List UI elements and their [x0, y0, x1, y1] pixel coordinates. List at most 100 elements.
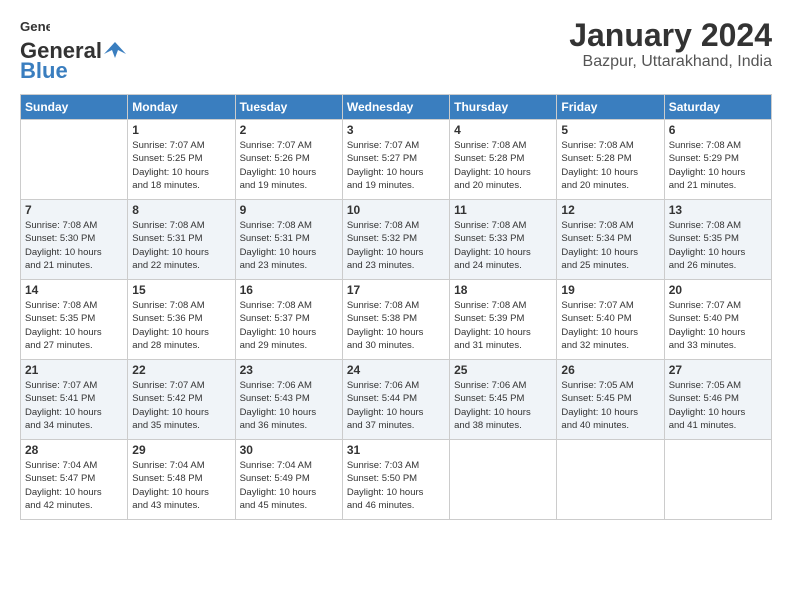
- col-monday: Monday: [128, 95, 235, 120]
- day-info: Sunrise: 7:08 AM Sunset: 5:34 PM Dayligh…: [561, 219, 659, 272]
- table-row: 22Sunrise: 7:07 AM Sunset: 5:42 PM Dayli…: [128, 360, 235, 440]
- table-row: 16Sunrise: 7:08 AM Sunset: 5:37 PM Dayli…: [235, 280, 342, 360]
- day-number: 20: [669, 283, 767, 297]
- day-number: 23: [240, 363, 338, 377]
- table-row: 14Sunrise: 7:08 AM Sunset: 5:35 PM Dayli…: [21, 280, 128, 360]
- day-number: 30: [240, 443, 338, 457]
- day-number: 5: [561, 123, 659, 137]
- col-tuesday: Tuesday: [235, 95, 342, 120]
- table-row: 3Sunrise: 7:07 AM Sunset: 5:27 PM Daylig…: [342, 120, 449, 200]
- table-row: 12 Sunrise: 7:08 AM Sunset: 5:34 PM Dayli…: [557, 200, 664, 280]
- month-year-title: January 2024: [569, 18, 772, 53]
- table-row: 18Sunrise: 7:08 AM Sunset: 5:39 PM Dayli…: [450, 280, 557, 360]
- day-number: 7: [25, 203, 123, 217]
- table-row: 13 Sunrise: 7:08 AM Sunset: 5:35 PM Dayli…: [664, 200, 771, 280]
- day-number: 13: [669, 203, 767, 217]
- table-row: 19Sunrise: 7:07 AM Sunset: 5:40 PM Dayli…: [557, 280, 664, 360]
- col-wednesday: Wednesday: [342, 95, 449, 120]
- day-number: 8: [132, 203, 230, 217]
- calendar-week-row: 7 Sunrise: 7:08 AM Sunset: 5:30 PM Daylig…: [21, 200, 772, 280]
- day-info: Sunrise: 7:08 AM Sunset: 5:32 PM Dayligh…: [347, 219, 445, 272]
- table-row: 6 Sunrise: 7:08 AM Sunset: 5:29 PM Daylig…: [664, 120, 771, 200]
- table-row: 30 Sunrise: 7:04 AM Sunset: 5:49 PM Dayli…: [235, 440, 342, 520]
- table-row: 31Sunrise: 7:03 AM Sunset: 5:50 PM Dayli…: [342, 440, 449, 520]
- day-info: Sunrise: 7:08 AM Sunset: 5:31 PM Dayligh…: [240, 219, 338, 272]
- day-number: 4: [454, 123, 552, 137]
- day-info: Sunrise: 7:08 AM Sunset: 5:28 PM Dayligh…: [454, 139, 552, 192]
- col-thursday: Thursday: [450, 95, 557, 120]
- day-info: Sunrise: 7:07 AM Sunset: 5:25 PM Dayligh…: [132, 139, 230, 192]
- day-info: Sunrise: 7:08 AM Sunset: 5:29 PM Dayligh…: [669, 139, 767, 192]
- table-row: [450, 440, 557, 520]
- table-row: 1 Sunrise: 7:07 AM Sunset: 5:25 PM Daylig…: [128, 120, 235, 200]
- table-row: 28 Sunrise: 7:04 AM Sunset: 5:47 PM Dayli…: [21, 440, 128, 520]
- title-area: January 2024 Bazpur, Uttarakhand, India: [569, 18, 772, 71]
- day-info: Sunrise: 7:07 AM Sunset: 5:40 PM Dayligh…: [669, 299, 767, 352]
- day-info: Sunrise: 7:05 AM Sunset: 5:46 PM Dayligh…: [669, 379, 767, 432]
- day-info: Sunrise: 7:04 AM Sunset: 5:48 PM Dayligh…: [132, 459, 230, 512]
- day-info: Sunrise: 7:03 AM Sunset: 5:50 PM Dayligh…: [347, 459, 445, 512]
- calendar-page: General General Blue January 2024 Bazpur…: [0, 0, 792, 530]
- calendar-week-row: 21Sunrise: 7:07 AM Sunset: 5:41 PM Dayli…: [21, 360, 772, 440]
- table-row: 17 Sunrise: 7:08 AM Sunset: 5:38 PM Dayli…: [342, 280, 449, 360]
- svg-text:General: General: [20, 19, 50, 34]
- day-info: Sunrise: 7:08 AM Sunset: 5:30 PM Dayligh…: [25, 219, 123, 272]
- day-number: 2: [240, 123, 338, 137]
- day-info: Sunrise: 7:08 AM Sunset: 5:28 PM Dayligh…: [561, 139, 659, 192]
- day-number: 15: [132, 283, 230, 297]
- table-row: 9 Sunrise: 7:08 AM Sunset: 5:31 PM Daylig…: [235, 200, 342, 280]
- table-row: 7 Sunrise: 7:08 AM Sunset: 5:30 PM Daylig…: [21, 200, 128, 280]
- day-number: 27: [669, 363, 767, 377]
- table-row: 8 Sunrise: 7:08 AM Sunset: 5:31 PM Daylig…: [128, 200, 235, 280]
- day-info: Sunrise: 7:04 AM Sunset: 5:49 PM Dayligh…: [240, 459, 338, 512]
- day-number: 22: [132, 363, 230, 377]
- day-info: Sunrise: 7:06 AM Sunset: 5:44 PM Dayligh…: [347, 379, 445, 432]
- day-info: Sunrise: 7:08 AM Sunset: 5:33 PM Dayligh…: [454, 219, 552, 272]
- day-info: Sunrise: 7:08 AM Sunset: 5:31 PM Dayligh…: [132, 219, 230, 272]
- table-row: [664, 440, 771, 520]
- header: General General Blue January 2024 Bazpur…: [20, 18, 772, 84]
- col-sunday: Sunday: [21, 95, 128, 120]
- logo: General General Blue: [20, 18, 126, 84]
- calendar-table: Sunday Monday Tuesday Wednesday Thursday…: [20, 94, 772, 520]
- table-row: [21, 120, 128, 200]
- table-row: 4 Sunrise: 7:08 AM Sunset: 5:28 PM Daylig…: [450, 120, 557, 200]
- table-row: 5 Sunrise: 7:08 AM Sunset: 5:28 PM Daylig…: [557, 120, 664, 200]
- day-number: 3: [347, 123, 445, 137]
- day-number: 16: [240, 283, 338, 297]
- day-info: Sunrise: 7:04 AM Sunset: 5:47 PM Dayligh…: [25, 459, 123, 512]
- table-row: 15 Sunrise: 7:08 AM Sunset: 5:36 PM Dayli…: [128, 280, 235, 360]
- table-row: 24 Sunrise: 7:06 AM Sunset: 5:44 PM Dayli…: [342, 360, 449, 440]
- day-number: 18: [454, 283, 552, 297]
- table-row: 27 Sunrise: 7:05 AM Sunset: 5:46 PM Dayli…: [664, 360, 771, 440]
- calendar-week-row: 1 Sunrise: 7:07 AM Sunset: 5:25 PM Daylig…: [21, 120, 772, 200]
- day-number: 28: [25, 443, 123, 457]
- day-number: 1: [132, 123, 230, 137]
- logo-bird-icon: [104, 40, 126, 62]
- day-info: Sunrise: 7:07 AM Sunset: 5:26 PM Dayligh…: [240, 139, 338, 192]
- col-friday: Friday: [557, 95, 664, 120]
- day-info: Sunrise: 7:05 AM Sunset: 5:45 PM Dayligh…: [561, 379, 659, 432]
- day-number: 9: [240, 203, 338, 217]
- day-number: 6: [669, 123, 767, 137]
- day-number: 17: [347, 283, 445, 297]
- table-row: 10 Sunrise: 7:08 AM Sunset: 5:32 PM Dayli…: [342, 200, 449, 280]
- day-number: 12: [561, 203, 659, 217]
- day-number: 24: [347, 363, 445, 377]
- table-row: 21Sunrise: 7:07 AM Sunset: 5:41 PM Dayli…: [21, 360, 128, 440]
- table-row: 26 Sunrise: 7:05 AM Sunset: 5:45 PM Dayli…: [557, 360, 664, 440]
- day-info: Sunrise: 7:07 AM Sunset: 5:41 PM Dayligh…: [25, 379, 123, 432]
- day-info: Sunrise: 7:08 AM Sunset: 5:38 PM Dayligh…: [347, 299, 445, 352]
- day-info: Sunrise: 7:08 AM Sunset: 5:35 PM Dayligh…: [25, 299, 123, 352]
- day-info: Sunrise: 7:06 AM Sunset: 5:45 PM Dayligh…: [454, 379, 552, 432]
- day-info: Sunrise: 7:08 AM Sunset: 5:35 PM Dayligh…: [669, 219, 767, 272]
- day-number: 26: [561, 363, 659, 377]
- day-info: Sunrise: 7:08 AM Sunset: 5:36 PM Dayligh…: [132, 299, 230, 352]
- day-number: 29: [132, 443, 230, 457]
- table-row: 2 Sunrise: 7:07 AM Sunset: 5:26 PM Daylig…: [235, 120, 342, 200]
- day-number: 10: [347, 203, 445, 217]
- table-row: 25Sunrise: 7:06 AM Sunset: 5:45 PM Dayli…: [450, 360, 557, 440]
- day-number: 19: [561, 283, 659, 297]
- table-row: 23Sunrise: 7:06 AM Sunset: 5:43 PM Dayli…: [235, 360, 342, 440]
- table-row: 20 Sunrise: 7:07 AM Sunset: 5:40 PM Dayli…: [664, 280, 771, 360]
